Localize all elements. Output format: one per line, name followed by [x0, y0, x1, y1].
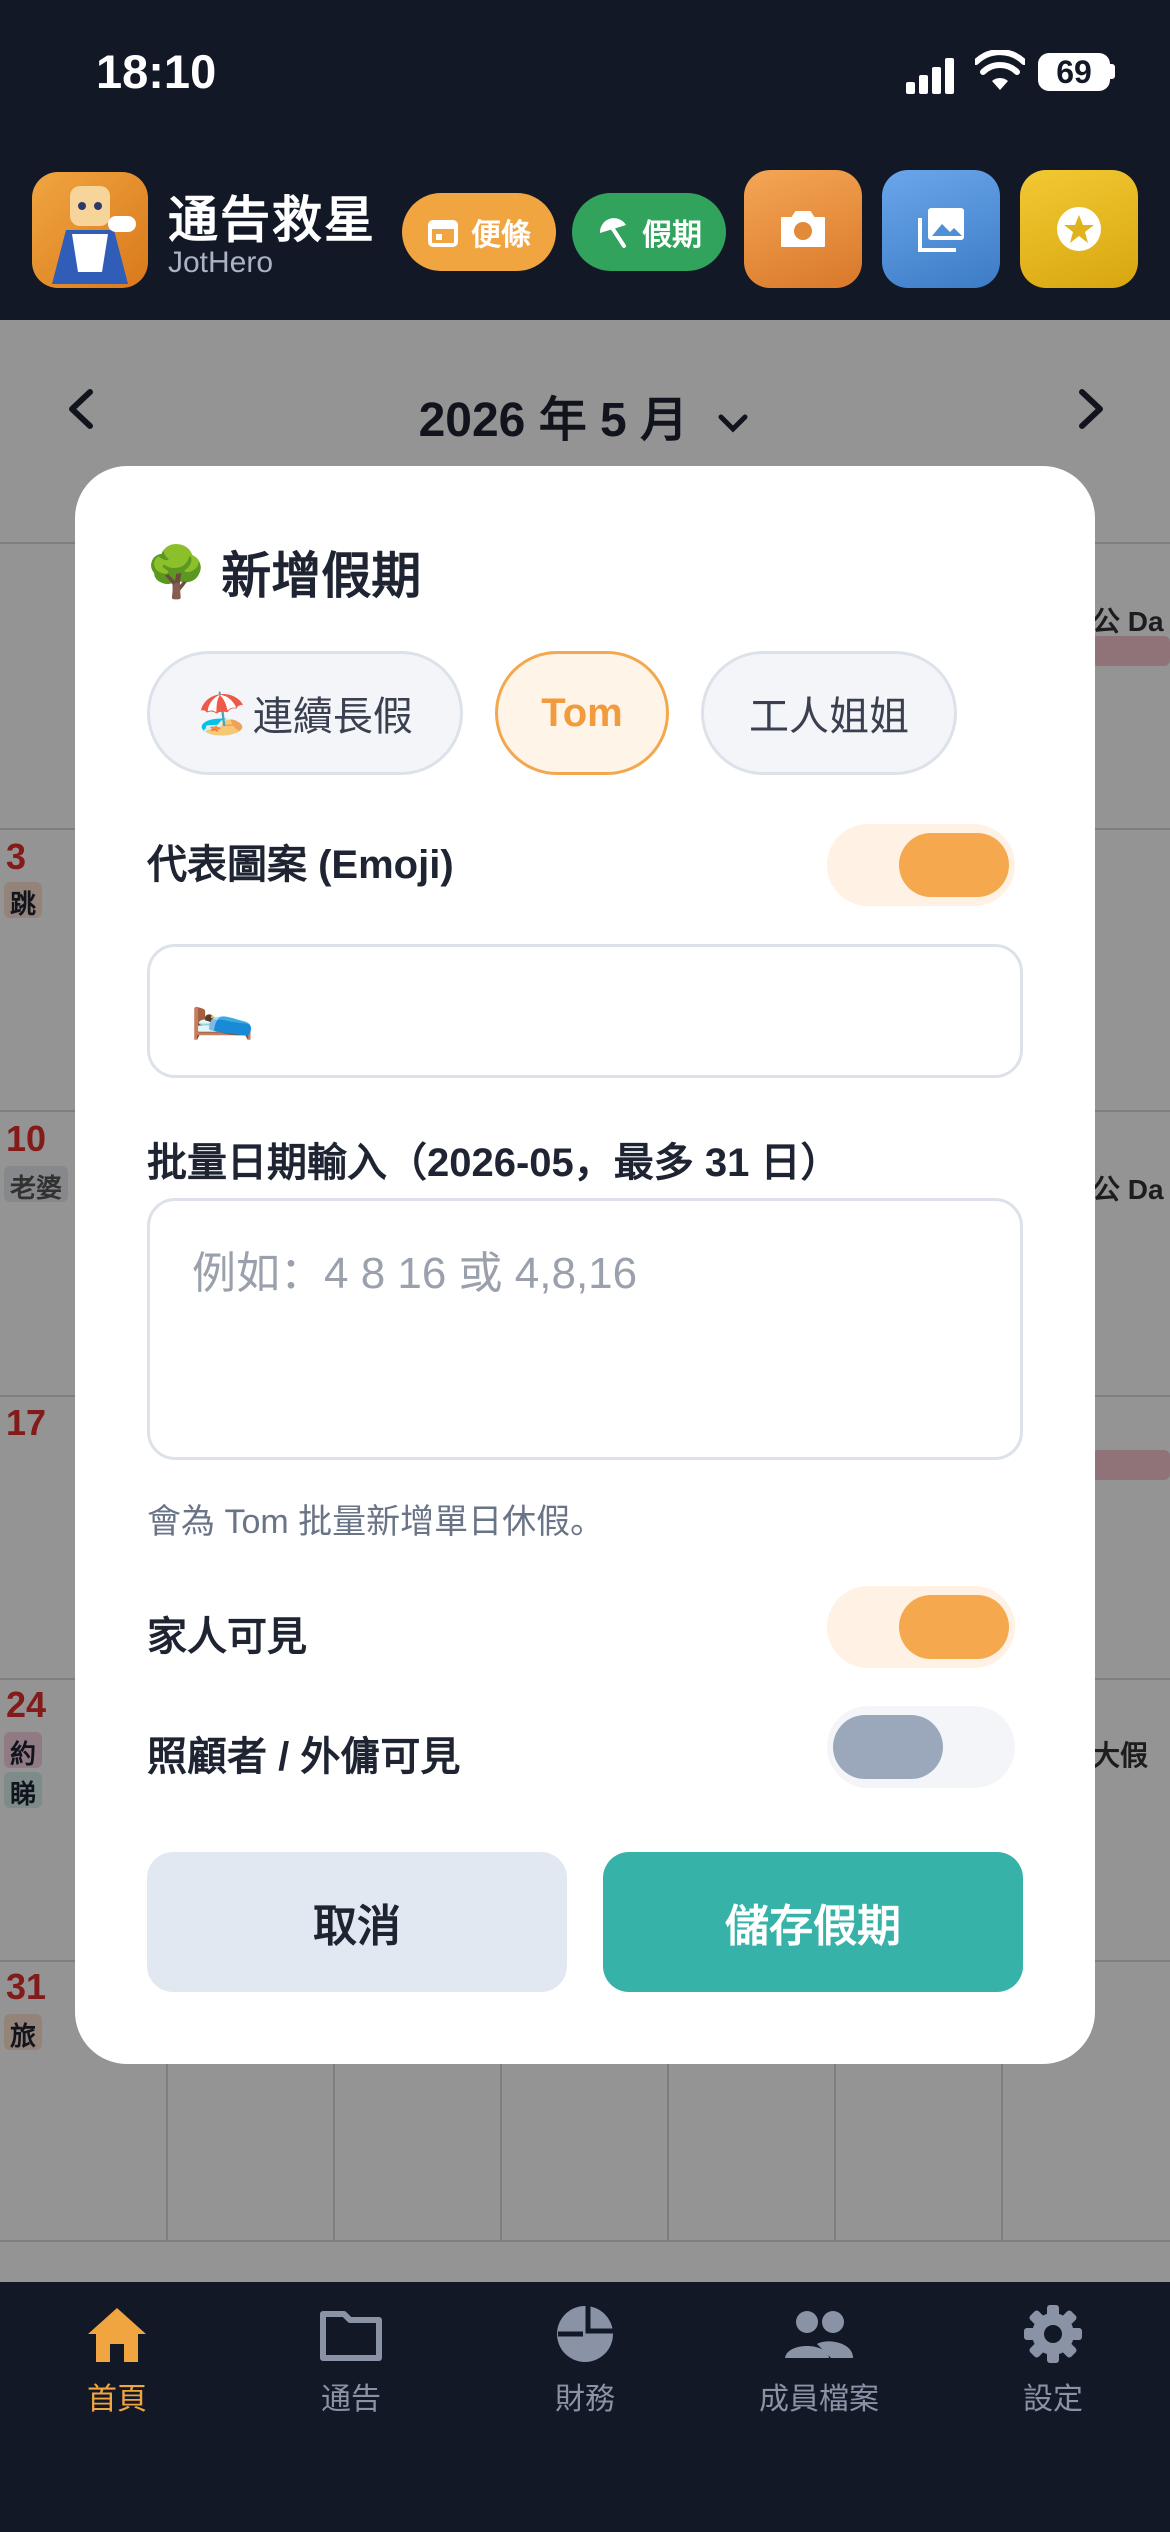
tab-settings[interactable]: 設定 [936, 2304, 1170, 2418]
family-visible-label: 家人可見 [147, 1615, 307, 1659]
calendar-icon [428, 220, 458, 247]
toggle-knob [899, 833, 1009, 897]
star-badge-icon [1057, 207, 1101, 251]
tree-icon: 🌳 [145, 543, 208, 600]
emoji-input[interactable]: 🛌 [147, 944, 1023, 1078]
tab-bar: 首頁 通告 財務 成員檔案 設定 [0, 2282, 1170, 2532]
dialog-title: 🌳 新增假期 [145, 536, 421, 608]
dialog-title-text: 新增假期 [221, 548, 422, 604]
wifi-icon [975, 50, 1025, 90]
dates-placeholder: 例如：4 8 16 或 4,8,16 [192, 1249, 638, 1298]
emoji-toggle-label: 代表圖案 (Emoji) [147, 843, 454, 887]
tab-label: 通告 [321, 2383, 381, 2416]
hint-text: 會為 Tom 批量新增單日休假。 [147, 1503, 605, 1541]
holiday-button[interactable]: 假期 [572, 193, 726, 271]
family-visible-toggle[interactable] [827, 1586, 1015, 1668]
chip-long-holiday[interactable]: 🏖️ 連續長假 [147, 651, 463, 775]
emoji-toggle[interactable] [827, 824, 1015, 906]
caregiver-visible-toggle[interactable] [827, 1706, 1015, 1788]
emoji-value: 🛌 [190, 982, 255, 1041]
chip-label: 連續長假 [252, 695, 413, 739]
chip-label: Tom [541, 690, 623, 735]
app-logo [32, 172, 148, 288]
caregiver-visible-label: 照顧者 / 外傭可見 [147, 1735, 461, 1779]
status-time: 18:10 [96, 45, 217, 98]
people-icon [785, 2311, 853, 2358]
battery-tip [1110, 64, 1115, 79]
tab-label: 財務 [555, 2383, 615, 2416]
chip-tom[interactable]: Tom [495, 651, 669, 775]
holiday-label: 假期 [642, 219, 702, 252]
app-header: 通告救星 JotHero 便條 假期 [0, 150, 1170, 320]
dates-textarea[interactable]: 例如：4 8 16 或 4,8,16 [147, 1198, 1023, 1460]
tab-finance[interactable]: 財務 [468, 2304, 702, 2418]
toggle-knob [833, 1715, 943, 1779]
status-bar: 18:10 69 [0, 0, 1170, 150]
save-holiday-button[interactable]: 儲存假期 [603, 1852, 1023, 1992]
gallery-button[interactable] [882, 170, 1000, 288]
tab-label: 成員檔案 [759, 2383, 879, 2416]
battery-indicator: 69 [1038, 53, 1110, 91]
chip-label: 工人姐姐 [749, 695, 909, 739]
camera-icon [781, 211, 825, 247]
tab-label: 首頁 [87, 2383, 147, 2416]
dates-label: 批量日期輸入（2026-05，最多 31 日） [147, 1141, 841, 1185]
toggle-knob [899, 1595, 1009, 1659]
tab-home[interactable]: 首頁 [0, 2304, 234, 2418]
app-subtitle: JotHero [168, 246, 274, 279]
notes-button[interactable]: 便條 [402, 193, 556, 271]
folder-icon [320, 2311, 382, 2361]
star-button[interactable] [1020, 170, 1138, 288]
tab-members[interactable]: 成員檔案 [702, 2304, 936, 2418]
home-icon [88, 2308, 146, 2362]
chip-helper[interactable]: 工人姐姐 [701, 651, 957, 775]
gear-icon [1024, 2305, 1082, 2363]
signal-icon [906, 58, 956, 94]
gallery-icon [918, 208, 964, 252]
cancel-button[interactable]: 取消 [147, 1852, 567, 1992]
tab-label: 設定 [1023, 2383, 1083, 2416]
add-holiday-dialog: 🌳 新增假期 🏖️ 連續長假 Tom 工人姐姐 代表圖案 (Emoji) 🛌 批… [75, 466, 1095, 2064]
umbrella-icon [599, 218, 626, 248]
camera-button[interactable] [744, 170, 862, 288]
app-title: 通告救星 [168, 192, 376, 248]
beach-icon: 🏖️ [197, 691, 247, 736]
tab-notices[interactable]: 通告 [234, 2304, 468, 2418]
notes-label: 便條 [471, 219, 531, 252]
pie-chart-icon [557, 2306, 613, 2362]
